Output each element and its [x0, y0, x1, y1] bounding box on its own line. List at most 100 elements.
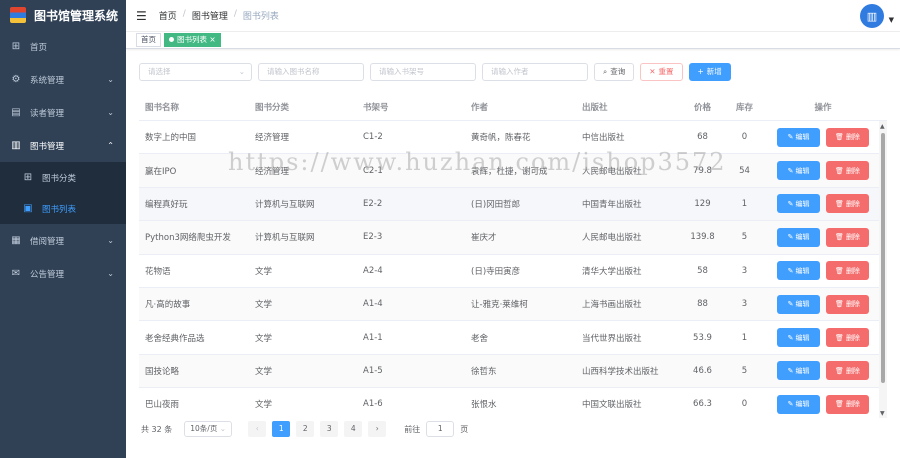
cell-publisher: 中国文联出版社 — [582, 400, 642, 411]
edit-button[interactable]: ✎ 编辑 — [777, 394, 820, 414]
app-title: 图书馆管理系统 — [34, 8, 119, 23]
cell-author: 张恨水 — [471, 400, 497, 411]
table-header: 图书名称 图书分类 书架号 作者 出版社 价格 库存 操作 — [139, 93, 887, 121]
edit-label: 编辑 — [795, 166, 810, 175]
sidebar-item-label: 读者管理 — [30, 108, 65, 119]
close-icon[interactable]: × — [209, 35, 215, 44]
reset-label: 重置 — [658, 67, 674, 76]
page-1-button[interactable]: 1 — [272, 421, 291, 437]
delete-button[interactable]: 🗑 删除 — [826, 194, 869, 214]
page-4-button[interactable]: 4 — [344, 421, 363, 437]
edit-label: 编辑 — [795, 266, 810, 275]
cell-publisher: 当代世界出版社 — [582, 333, 642, 344]
edit-button[interactable]: ✎ 编辑 — [777, 127, 820, 147]
edit-icon: ✎ — [787, 366, 794, 375]
prev-page-button[interactable]: ‹ — [248, 421, 267, 437]
page-size-select[interactable]: 10条/页 ⌄ — [184, 421, 233, 437]
cell-name: 编程真好玩 — [145, 199, 188, 210]
add-button[interactable]: + 新增 — [688, 63, 731, 81]
edit-button[interactable]: ✎ 编辑 — [777, 361, 820, 381]
edit-icon: ✎ — [787, 400, 794, 409]
scrollbar-thumb[interactable] — [881, 133, 885, 383]
cell-author: 崔庆才 — [471, 233, 497, 244]
cell-author: 袁辉，杜捷，谢可成 — [471, 166, 548, 177]
delete-button[interactable]: 🗑 删除 — [826, 328, 869, 348]
cell-stock: 1 — [741, 332, 748, 343]
cell-price: 58 — [697, 265, 708, 276]
edit-button[interactable]: ✎ 编辑 — [777, 294, 820, 314]
edit-label: 编辑 — [795, 300, 810, 309]
category-select[interactable]: 请选择 ⌄ — [139, 63, 252, 81]
tag-home[interactable]: 首页 — [136, 33, 161, 47]
plus-icon: + — [697, 67, 704, 76]
cell-price: 68 — [697, 132, 708, 143]
cell-name: 凡·高的故事 — [145, 300, 191, 311]
search-button[interactable]: ⌕ 查询 — [594, 63, 635, 81]
cell-shelf: C1-2 — [363, 132, 383, 143]
cell-publisher: 人民邮电出版社 — [582, 166, 642, 177]
gear-icon: ⚙ — [11, 74, 21, 85]
table-row: 国技论略 文学 A1-5 徐哲东 山西科学技术出版社 46.6 5 ✎ 编辑 🗑 删除 — [139, 354, 887, 389]
table-row: 编程真好玩 计算机与互联网 E2-2 (日)冈田哲郎 中国青年出版社 129 1 ✎ 编辑 🗑 删除 — [139, 187, 887, 222]
active-dot-icon — [169, 37, 174, 42]
edit-button[interactable]: ✎ 编辑 — [777, 161, 820, 181]
delete-label: 删除 — [845, 366, 860, 375]
sidebar-item-books[interactable]: ▥ 图书管理 ⌃ — [0, 129, 126, 162]
book-avatar-icon: ▥ — [866, 9, 878, 23]
category-icon: ⊞ — [23, 172, 33, 183]
book-name-input[interactable]: 请输入图书名称 — [258, 63, 364, 81]
cell-actions: ✎ 编辑 🗑 删除 — [769, 294, 877, 314]
scroll-up-icon[interactable]: ▲ — [880, 123, 885, 130]
cell-author: 让-雅克·莱维柯 — [471, 300, 528, 311]
author-input[interactable]: 请输入作者 — [482, 63, 588, 81]
avatar[interactable]: ▥ — [860, 4, 884, 28]
sidebar-item-borrow[interactable]: ▦ 借阅管理 ⌄ — [0, 224, 126, 257]
page-3-button[interactable]: 3 — [320, 421, 339, 437]
breadcrumb-home[interactable]: 首页 — [159, 9, 177, 22]
cell-stock: 3 — [741, 265, 748, 276]
sidebar-item-system[interactable]: ⚙ 系统管理 ⌄ — [0, 63, 126, 96]
cell-category: 文学 — [255, 400, 273, 411]
cell-name: Python3网络爬虫开发 — [145, 233, 231, 244]
delete-button[interactable]: 🗑 删除 — [826, 361, 869, 381]
cell-price: 79.8 — [693, 165, 712, 176]
table-scrollbar[interactable]: ▲ ▼ — [879, 121, 887, 418]
edit-button[interactable]: ✎ 编辑 — [777, 261, 820, 281]
delete-button[interactable]: 🗑 删除 — [826, 127, 869, 147]
breadcrumb-separator: / — [233, 9, 237, 19]
sidebar-item-home[interactable]: ⊞ 首页 — [0, 30, 126, 63]
sidebar-item-readers[interactable]: ▤ 读者管理 ⌄ — [0, 96, 126, 129]
delete-button[interactable]: 🗑 删除 — [826, 261, 869, 281]
edit-button[interactable]: ✎ 编辑 — [777, 227, 820, 247]
goto-page-input[interactable]: 1 — [426, 421, 455, 437]
edit-button[interactable]: ✎ 编辑 — [777, 328, 820, 348]
cell-category: 经济管理 — [255, 133, 290, 144]
delete-button[interactable]: 🗑 删除 — [826, 161, 869, 181]
delete-button[interactable]: 🗑 删除 — [826, 227, 869, 247]
scroll-down-icon[interactable]: ▼ — [880, 410, 885, 417]
header-shelf: 书架号 — [363, 102, 389, 113]
caret-down-icon[interactable]: ▼ — [889, 16, 894, 24]
cell-shelf: A2-4 — [363, 265, 383, 276]
sidebar-item-book-list[interactable]: ▣ 图书列表 — [0, 193, 126, 224]
sidebar-item-label: 首页 — [30, 42, 48, 53]
delete-button[interactable]: 🗑 删除 — [826, 294, 869, 314]
sidebar-item-book-category[interactable]: ⊞ 图书分类 — [0, 162, 126, 193]
sidebar-item-notice[interactable]: ✉ 公告管理 ⌄ — [0, 257, 126, 290]
hamburger-icon[interactable]: ☰ — [136, 9, 147, 23]
page-2-button[interactable]: 2 — [296, 421, 315, 437]
cell-shelf: E2-3 — [363, 232, 383, 243]
shelf-input[interactable]: 请输入书架号 — [370, 63, 476, 81]
tag-book-list[interactable]: 图书列表 × — [164, 33, 221, 47]
add-label: 新增 — [706, 67, 722, 76]
delete-button[interactable]: 🗑 删除 — [826, 394, 869, 414]
chevron-up-icon: ⌃ — [107, 141, 114, 150]
edit-label: 编辑 — [795, 199, 810, 208]
edit-button[interactable]: ✎ 编辑 — [777, 194, 820, 214]
table-row: 巴山夜雨 文学 A1-6 张恨水 中国文联出版社 66.3 0 ✎ 编辑 🗑 删除 — [139, 388, 887, 418]
borrow-icon: ▦ — [11, 235, 21, 246]
breadcrumb-book-management[interactable]: 图书管理 — [192, 9, 228, 22]
notice-icon: ✉ — [11, 268, 21, 279]
reset-button[interactable]: ✕ 重置 — [640, 63, 683, 81]
next-page-button[interactable]: › — [368, 421, 387, 437]
